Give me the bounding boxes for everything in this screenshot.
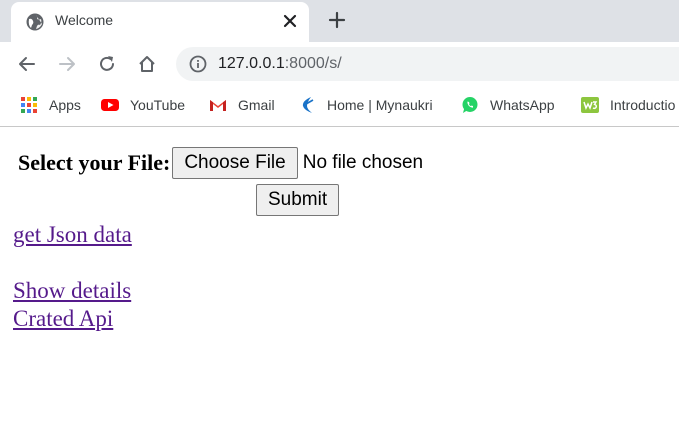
url-host: 127.0.0.1 [218, 55, 285, 72]
new-tab-icon[interactable] [328, 11, 346, 29]
bookmark-label: YouTube [130, 97, 186, 113]
bookmark-label: WhatsApp [490, 97, 555, 113]
apps-grid-icon [21, 97, 37, 113]
bookmark-whatsapp[interactable]: WhatsApp [461, 94, 555, 116]
bookmarks-bar: Apps YouTube Gmail Home | Mynaukri Whats… [0, 86, 679, 127]
bookmark-label: Gmail [238, 97, 275, 113]
mynaukri-icon [302, 97, 314, 113]
bookmark-introduction[interactable]: Introductio [581, 94, 675, 116]
globe-icon [26, 13, 44, 31]
home-icon[interactable] [138, 55, 156, 73]
bookmark-label: Home | Mynaukri [327, 97, 433, 113]
tab-title: Welcome [55, 12, 114, 28]
back-icon[interactable] [18, 55, 36, 73]
file-upload-row: Select your File: Choose File No file ch… [18, 147, 423, 179]
page-content: Select your File: Choose File No file ch… [0, 128, 679, 428]
url-text: 127.0.0.1:8000/s/ [218, 55, 342, 73]
bookmark-mynaukri[interactable]: Home | Mynaukri [298, 94, 433, 116]
bookmark-label: Introductio [610, 97, 676, 113]
bookmark-gmail[interactable]: Gmail [209, 94, 275, 116]
w3-icon [581, 97, 599, 113]
created-api-link[interactable]: Crated Api [13, 306, 113, 332]
bookmark-youtube[interactable]: YouTube [101, 94, 185, 116]
info-icon[interactable] [189, 55, 207, 73]
get-json-data-link[interactable]: get Json data [13, 222, 132, 248]
bookmark-label: Apps [49, 97, 81, 113]
gmail-icon [210, 100, 226, 111]
choose-file-button[interactable]: Choose File [172, 147, 298, 179]
address-bar[interactable]: 127.0.0.1:8000/s/ [176, 47, 679, 81]
submit-button[interactable]: Submit [256, 184, 340, 216]
tab-strip: Welcome [0, 0, 679, 42]
youtube-icon [101, 99, 119, 111]
bookmark-apps[interactable]: Apps [20, 94, 81, 116]
whatsapp-icon [462, 97, 478, 113]
close-icon[interactable] [282, 13, 298, 29]
browser-toolbar: 127.0.0.1:8000/s/ [0, 42, 679, 86]
tab-welcome[interactable]: Welcome [11, 2, 309, 42]
forward-icon[interactable] [58, 55, 76, 73]
no-file-chosen-text: No file chosen [302, 152, 424, 173]
reload-icon[interactable] [98, 55, 116, 73]
show-details-link[interactable]: Show details [13, 278, 131, 304]
url-path: :8000/s/ [284, 55, 342, 72]
file-label: Select your File: [18, 150, 171, 175]
